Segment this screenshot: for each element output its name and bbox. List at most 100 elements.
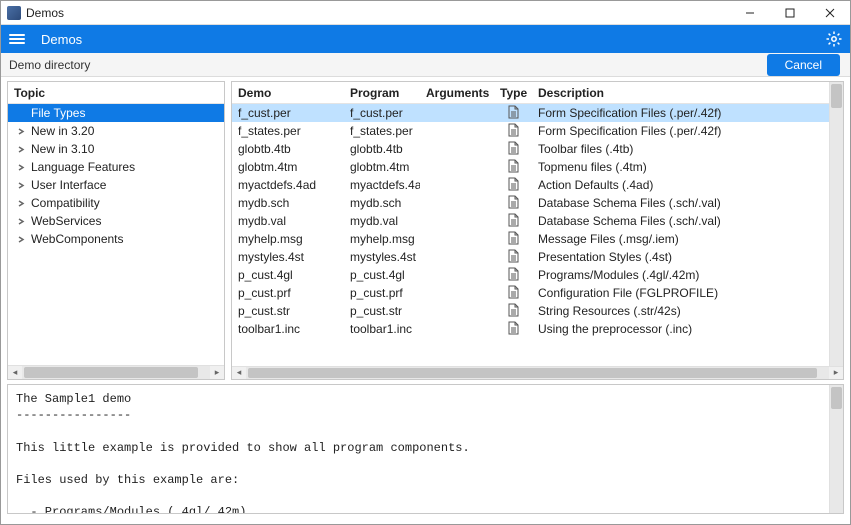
- toolbar-title: Demos: [41, 32, 82, 47]
- titlebar: Demos: [1, 1, 850, 25]
- topic-header[interactable]: Topic: [8, 82, 224, 104]
- table-row[interactable]: mystyles.4stmystyles.4stPresentation Sty…: [232, 248, 829, 266]
- scroll-right-icon[interactable]: ▸: [829, 367, 843, 379]
- table-vscrollbar[interactable]: [829, 82, 843, 366]
- table-row[interactable]: mydb.schmydb.schDatabase Schema Files (.…: [232, 194, 829, 212]
- tree-item[interactable]: User Interface: [8, 176, 224, 194]
- tree-item[interactable]: Compatibility: [8, 194, 224, 212]
- cell-program: p_cust.prf: [344, 286, 420, 300]
- col-program[interactable]: Program: [344, 86, 420, 100]
- topic-tree[interactable]: File Types New in 3.20 New in 3.10 Language…: [8, 104, 224, 365]
- console-output: The Sample1 demo ---------------- This l…: [8, 385, 829, 513]
- table-row[interactable]: myactdefs.4admyactdefs.4adAction Default…: [232, 176, 829, 194]
- table-hscrollbar[interactable]: ◂ ▸: [232, 366, 843, 379]
- cell-type: [494, 105, 532, 122]
- table-row[interactable]: globtm.4tmglobtm.4tmTopmenu files (.4tm): [232, 158, 829, 176]
- table-row[interactable]: f_cust.perf_cust.perForm Specification F…: [232, 104, 829, 122]
- cell-type: [494, 123, 532, 140]
- gear-icon[interactable]: [826, 31, 842, 47]
- tree-item[interactable]: New in 3.20: [8, 122, 224, 140]
- cell-type: [494, 285, 532, 302]
- document-icon: [507, 216, 520, 230]
- cell-program: mydb.val: [344, 214, 420, 228]
- cell-program: myactdefs.4ad: [344, 178, 420, 192]
- cell-description: Database Schema Files (.sch/.val): [532, 196, 829, 210]
- cell-program: p_cust.str: [344, 304, 420, 318]
- cell-demo: globtm.4tm: [232, 160, 344, 174]
- cell-program: p_cust.4gl: [344, 268, 420, 282]
- table-row[interactable]: p_cust.strp_cust.strString Resources (.s…: [232, 302, 829, 320]
- tree-item[interactable]: WebServices: [8, 212, 224, 230]
- cell-description: Toolbar files (.4tb): [532, 142, 829, 156]
- col-arguments[interactable]: Arguments: [420, 86, 494, 100]
- tree-item-label: New in 3.20: [31, 124, 94, 138]
- cell-demo: mydb.val: [232, 214, 344, 228]
- cell-description: Using the preprocessor (.inc): [532, 322, 829, 336]
- chevron-right-icon: [18, 164, 25, 171]
- cell-description: Action Defaults (.4ad): [532, 178, 829, 192]
- cell-type: [494, 249, 532, 266]
- cell-description: Form Specification Files (.per/.42f): [532, 106, 829, 120]
- topic-hscrollbar[interactable]: ◂ ▸: [8, 365, 224, 379]
- chevron-right-icon: [18, 146, 25, 153]
- table-row[interactable]: myhelp.msgmyhelp.msg Message Files (.msg/…: [232, 230, 829, 248]
- tree-item-label: WebComponents: [31, 232, 124, 246]
- cell-description: Presentation Styles (.4st): [532, 250, 829, 264]
- table-body[interactable]: f_cust.perf_cust.perForm Specification F…: [232, 104, 829, 366]
- table-row[interactable]: globtb.4tbglobtb.4tbToolbar files (.4tb): [232, 140, 829, 158]
- document-icon: [507, 252, 520, 266]
- scroll-left-icon[interactable]: ◂: [8, 366, 22, 379]
- table-row[interactable]: toolbar1.inctoolbar1.incUsing the prepro…: [232, 320, 829, 338]
- cell-program: myhelp.msg: [344, 232, 420, 246]
- cell-demo: p_cust.4gl: [232, 268, 344, 282]
- cell-type: [494, 303, 532, 320]
- close-button[interactable]: [810, 1, 850, 25]
- table-row[interactable]: mydb.valmydb.valDatabase Schema Files (.…: [232, 212, 829, 230]
- menu-icon[interactable]: [9, 34, 25, 44]
- chevron-right-icon: [18, 218, 25, 225]
- demo-table-panel: Demo Program Arguments Type Description …: [231, 81, 844, 380]
- scroll-right-icon[interactable]: ▸: [210, 366, 224, 379]
- tree-item[interactable]: File Types: [8, 104, 224, 122]
- scroll-left-icon[interactable]: ◂: [232, 367, 246, 379]
- cell-type: [494, 195, 532, 212]
- cell-demo: globtb.4tb: [232, 142, 344, 156]
- chevron-right-icon: [18, 182, 25, 189]
- cell-type: [494, 267, 532, 284]
- chevron-right-icon: [18, 236, 25, 243]
- table-row[interactable]: p_cust.4glp_cust.4glPrograms/Modules (.4…: [232, 266, 829, 284]
- document-icon: [507, 270, 520, 284]
- cell-description: Message Files (.msg/.iem): [532, 232, 829, 246]
- cell-type: [494, 213, 532, 230]
- document-icon: [507, 108, 520, 122]
- cell-demo: mystyles.4st: [232, 250, 344, 264]
- col-type[interactable]: Type: [494, 86, 532, 100]
- minimize-button[interactable]: [730, 1, 770, 25]
- table-row[interactable]: p_cust.prfp_cust.prfConfiguration File (…: [232, 284, 829, 302]
- document-icon: [507, 198, 520, 212]
- tree-item[interactable]: New in 3.10: [8, 140, 224, 158]
- document-icon: [507, 234, 520, 248]
- cell-demo: myhelp.msg: [232, 232, 344, 246]
- cell-program: f_cust.per: [344, 106, 420, 120]
- cancel-button[interactable]: Cancel: [767, 54, 840, 76]
- chevron-right-icon: [18, 200, 25, 207]
- tree-item-label: WebServices: [31, 214, 101, 228]
- cell-description: Form Specification Files (.per/.42f): [532, 124, 829, 138]
- tree-item-label: User Interface: [31, 178, 106, 192]
- table-row[interactable]: f_states.perf_states.perForm Specificati…: [232, 122, 829, 140]
- tree-item[interactable]: WebComponents: [8, 230, 224, 248]
- cell-program: f_states.per: [344, 124, 420, 138]
- console-vscrollbar[interactable]: [829, 385, 843, 513]
- document-icon: [507, 324, 520, 338]
- window-title: Demos: [26, 6, 64, 20]
- tree-item[interactable]: Language Features: [8, 158, 224, 176]
- cell-description: Configuration File (FGLPROFILE): [532, 286, 829, 300]
- col-description[interactable]: Description: [532, 86, 829, 100]
- maximize-button[interactable]: [770, 1, 810, 25]
- document-icon: [507, 288, 520, 302]
- col-demo[interactable]: Demo: [232, 86, 344, 100]
- cell-description: String Resources (.str/42s): [532, 304, 829, 318]
- cell-type: [494, 177, 532, 194]
- tree-item-label: New in 3.10: [31, 142, 94, 156]
